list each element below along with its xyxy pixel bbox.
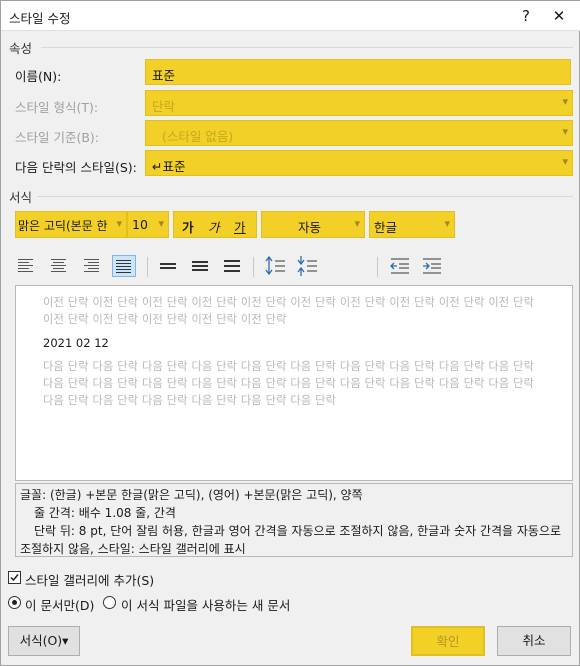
style-description: 글꼴: (한글) +본문 한글(맑은 고딕), (영어) +본문(맑은 고딕),…	[15, 483, 573, 557]
decrease-indent-icon[interactable]	[389, 255, 411, 277]
chevron-down-icon: ▾	[354, 217, 360, 230]
italic-button[interactable]: 가	[208, 217, 220, 236]
style-based-on-select[interactable]: (스타일 없음) ▾	[145, 120, 573, 146]
section-divider	[37, 196, 573, 197]
bold-button[interactable]: 가	[182, 217, 194, 236]
one-half-spacing-icon[interactable]	[189, 255, 211, 277]
this-document-label[interactable]: 이 문서만(D)	[25, 595, 94, 614]
format-section-title: 서식	[9, 190, 33, 205]
single-spacing-icon[interactable]	[157, 255, 179, 277]
font-color-select[interactable]: 자동 ▾	[261, 211, 365, 238]
add-to-gallery-checkbox[interactable]	[8, 571, 21, 584]
close-button[interactable]: ✕	[546, 3, 572, 29]
chevron-down-icon: ▾	[116, 217, 122, 230]
style-based-on-label: 스타일 기준(B):	[15, 130, 100, 145]
description-line: 글꼴: (한글) +본문 한글(맑은 고딕), (영어) +본문(맑은 고딕),…	[20, 488, 363, 502]
section-divider	[41, 47, 573, 48]
format-menu-button[interactable]: 서식(O)▾	[8, 626, 80, 656]
chevron-down-icon: ▾	[158, 217, 164, 230]
chevron-down-icon: ▾	[444, 217, 450, 230]
toolbar-separator	[377, 257, 378, 277]
cancel-button[interactable]: 취소	[497, 626, 571, 656]
new-documents-radio[interactable]	[103, 596, 116, 609]
title-bar: 스타일 수정 ? ✕	[1, 1, 580, 31]
align-left-icon[interactable]	[15, 255, 37, 277]
dialog-title: 스타일 수정	[9, 11, 71, 26]
help-button[interactable]: ?	[513, 3, 539, 29]
sample-text: 2021 02 12	[43, 336, 109, 350]
increase-indent-icon[interactable]	[421, 255, 443, 277]
align-center-icon[interactable]	[48, 255, 70, 277]
chevron-down-icon: ▾	[562, 155, 568, 168]
name-input[interactable]: 표준	[145, 59, 571, 85]
align-right-icon[interactable]	[81, 255, 103, 277]
toolbar-separator	[147, 257, 148, 277]
style-type-label: 스타일 형식(T):	[15, 100, 99, 115]
modify-style-dialog: 스타일 수정 ? ✕ 속성 이름(N): 표준 스타일 형식(T): 단락 ▾ 스…	[0, 0, 580, 666]
new-documents-label[interactable]: 이 서식 파일을 사용하는 새 문서	[121, 595, 290, 614]
chevron-down-icon: ▾	[562, 95, 568, 108]
ok-button[interactable]: 확인	[411, 626, 485, 656]
description-line: 단락 뒤: 8 pt, 단어 잘림 허용, 한글과 영어 간격을 자동으로 조절…	[20, 524, 562, 556]
justify-icon[interactable]	[112, 255, 136, 277]
font-style-group: 가 가 가	[173, 211, 257, 238]
font-select[interactable]: 맑은 고딕(본문 한 ▾	[15, 211, 127, 238]
style-preview: 이전 단락 이전 단락 이전 단락 이전 단락 이전 단락 이전 단락 이전 단…	[15, 285, 573, 481]
underline-button[interactable]: 가	[234, 217, 246, 236]
next-paragraph-style-label: 다음 단락의 스타일(S):	[15, 160, 137, 175]
properties-section-title: 속성	[9, 41, 33, 56]
toolbar-separator	[253, 257, 254, 277]
decrease-spacing-icon[interactable]	[297, 255, 319, 277]
font-size-select[interactable]: 10 ▾	[127, 211, 169, 238]
previous-paragraph-text: 이전 단락 이전 단락 이전 단락 이전 단락 이전 단락 이전 단락 이전 단…	[43, 296, 535, 326]
script-select[interactable]: 한글 ▾	[369, 211, 455, 238]
style-type-select[interactable]: 단락 ▾	[145, 90, 573, 116]
double-spacing-icon[interactable]	[221, 255, 243, 277]
description-line: 줄 간격: 배수 1.08 줄, 간격	[34, 506, 176, 520]
name-label: 이름(N):	[15, 69, 62, 84]
next-paragraph-text: 다음 단락 다음 단락 다음 단락 다음 단락 다음 단락 다음 단락 다음 단…	[43, 360, 535, 407]
this-document-radio[interactable]	[8, 596, 21, 609]
add-to-gallery-label[interactable]: 스타일 갤러리에 추가(S)	[25, 570, 154, 589]
increase-spacing-icon[interactable]	[265, 255, 287, 277]
next-paragraph-style-select[interactable]: ↵표준 ▾	[145, 150, 573, 176]
chevron-down-icon: ▾	[562, 125, 568, 138]
